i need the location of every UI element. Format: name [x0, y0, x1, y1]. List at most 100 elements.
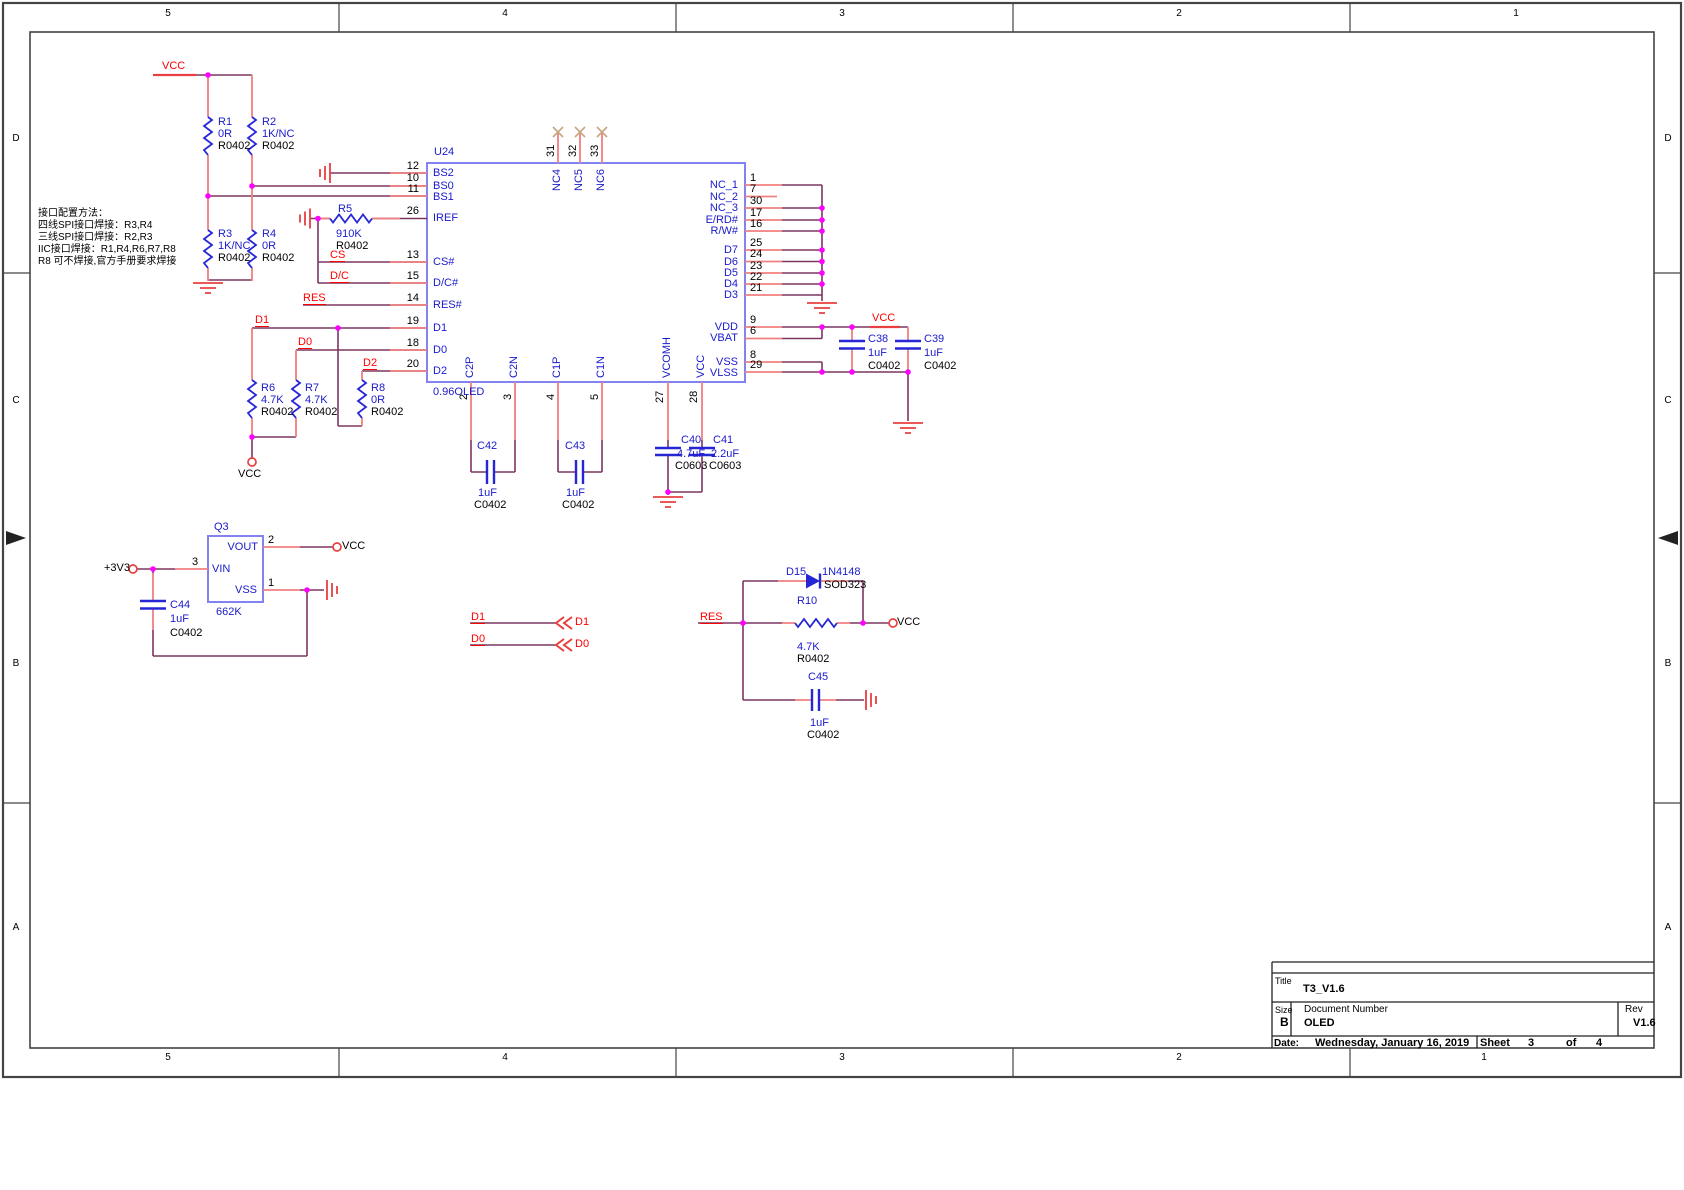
val-q3: 662K	[216, 606, 242, 618]
pin-name: C1N	[595, 356, 607, 378]
pin-name: D3	[658, 289, 738, 301]
net-label-d0: D0	[298, 336, 312, 349]
pin-name: D7	[658, 244, 738, 256]
pin-name: IREF	[433, 212, 458, 224]
pin-number: 1	[268, 577, 274, 589]
pin-name: NC_3	[658, 202, 738, 214]
fp-d15: SOD323	[824, 579, 866, 591]
pin-name: C2P	[464, 357, 476, 378]
pin-number: 26	[389, 205, 419, 217]
titleblock-title-label: Title	[1275, 975, 1292, 987]
fp-r4: R0402	[262, 252, 294, 264]
val-r6: 4.7K	[261, 394, 284, 406]
vcc-power-label: VCC	[872, 312, 895, 324]
titleblock-doc: OLED	[1304, 1017, 1335, 1029]
pin-name: VCOMH	[661, 337, 673, 378]
ref-c42: C42	[477, 440, 497, 452]
zone-row-right: D	[1658, 133, 1678, 145]
pin-name: R/W#	[658, 225, 738, 237]
titleblock-rev-label: Rev	[1625, 1004, 1643, 1016]
gnd-side-icon	[320, 163, 330, 183]
zone-col-top: 2	[1161, 8, 1197, 20]
ref-c45: C45	[808, 671, 828, 683]
zone-col-bottom: 4	[487, 1052, 523, 1064]
ref-r8: R8	[371, 382, 385, 394]
fp-c44: C0402	[170, 627, 202, 639]
pin-number: 11	[389, 183, 419, 195]
note-line: 三线SPI接口焊接：R2,R3	[38, 232, 152, 244]
net-label-dc: D/C	[330, 270, 349, 283]
note-line: R8 可不焊接,官方手册要求焊接	[38, 256, 176, 268]
titleblock-date-label: Date:	[1274, 1038, 1299, 1050]
zone-col-bottom: 2	[1161, 1052, 1197, 1064]
zone-col-top: 5	[150, 8, 186, 20]
pin-number: 5	[589, 394, 601, 400]
fp-r1: R0402	[218, 140, 250, 152]
gnd-icon	[893, 423, 923, 433]
zone-col-bottom: 1	[1466, 1052, 1502, 1064]
fp-c43: C0402	[562, 499, 594, 511]
pin-name: VCC	[695, 355, 707, 378]
ref-c39: C39	[924, 333, 944, 345]
net-label-res: RES	[700, 611, 723, 624]
ref-r10: R10	[797, 595, 817, 607]
val-r7: 4.7K	[305, 394, 328, 406]
ref-r6: R6	[261, 382, 275, 394]
fp-r8: R0402	[371, 406, 403, 418]
val-r5: 910K	[336, 228, 362, 240]
pin-number: 24	[750, 248, 762, 260]
pin-name: VIN	[212, 563, 230, 575]
fp-c38: C0402	[868, 360, 900, 372]
pin-name: D1	[433, 322, 447, 334]
fp-c39: C0402	[924, 360, 956, 372]
ref-r3: R3	[218, 228, 232, 240]
gnd-side-icon	[327, 580, 337, 600]
pin-name: RES#	[433, 299, 462, 311]
zone-row-right: A	[1658, 922, 1678, 934]
fp-r2: R0402	[262, 140, 294, 152]
zone-col-bottom: 5	[150, 1052, 186, 1064]
pin-number: 4	[545, 394, 557, 400]
pin-number: 16	[750, 218, 762, 230]
val-c41: 2.2uF	[711, 448, 739, 460]
ref-d15: D15	[786, 566, 806, 578]
offpage-pin-d0: D0	[575, 638, 589, 650]
gnd-side-icon	[300, 209, 310, 229]
val-r2: 1K/NC	[262, 128, 294, 140]
pin-name: VOUT	[216, 541, 258, 553]
ref-c43: C43	[565, 440, 585, 452]
pin-number: 21	[750, 282, 762, 294]
gnd-side-icon	[866, 690, 876, 710]
ref-r1: R1	[218, 116, 232, 128]
val-r10: 4.7K	[797, 641, 820, 653]
fp-r7: R0402	[305, 406, 337, 418]
ref-c40: C40	[681, 434, 701, 446]
fp-r3: R0402	[218, 252, 250, 264]
titleblock-date: Wednesday, January 16, 2019	[1315, 1037, 1469, 1049]
frame-arrow-left	[6, 531, 26, 545]
titleblock-size: B	[1280, 1016, 1289, 1028]
gnd-icon	[193, 283, 223, 293]
val-c42: 1uF	[478, 487, 497, 499]
pin-number: 15	[389, 270, 419, 282]
fp-c41: C0603	[709, 460, 741, 472]
net-label-d2: D2	[363, 357, 377, 370]
pin-name: NC5	[573, 169, 585, 191]
pin-number: 29	[750, 359, 762, 371]
note-line: 接口配置方法：	[38, 208, 108, 220]
schematic-sheet: 5 4 3 2 1 5 4 3 2 1 D C B A D C B A 接口配置…	[0, 0, 1684, 1190]
fp-c45: C0402	[807, 729, 839, 741]
pin-name: CS#	[433, 256, 454, 268]
ref-r2: R2	[262, 116, 276, 128]
val-d15: 1N4148	[822, 566, 861, 578]
pin-name: VSS	[215, 584, 257, 596]
val-c45: 1uF	[810, 717, 829, 729]
pin-name: NC4	[551, 169, 563, 191]
gnd-icon	[807, 303, 837, 313]
diode-symbol	[806, 574, 820, 589]
pin-number: 13	[389, 249, 419, 261]
zone-row-left: B	[6, 658, 26, 670]
pin-number: 6	[750, 325, 756, 337]
val-c44: 1uF	[170, 613, 189, 625]
val-r1: 0R	[218, 128, 232, 140]
